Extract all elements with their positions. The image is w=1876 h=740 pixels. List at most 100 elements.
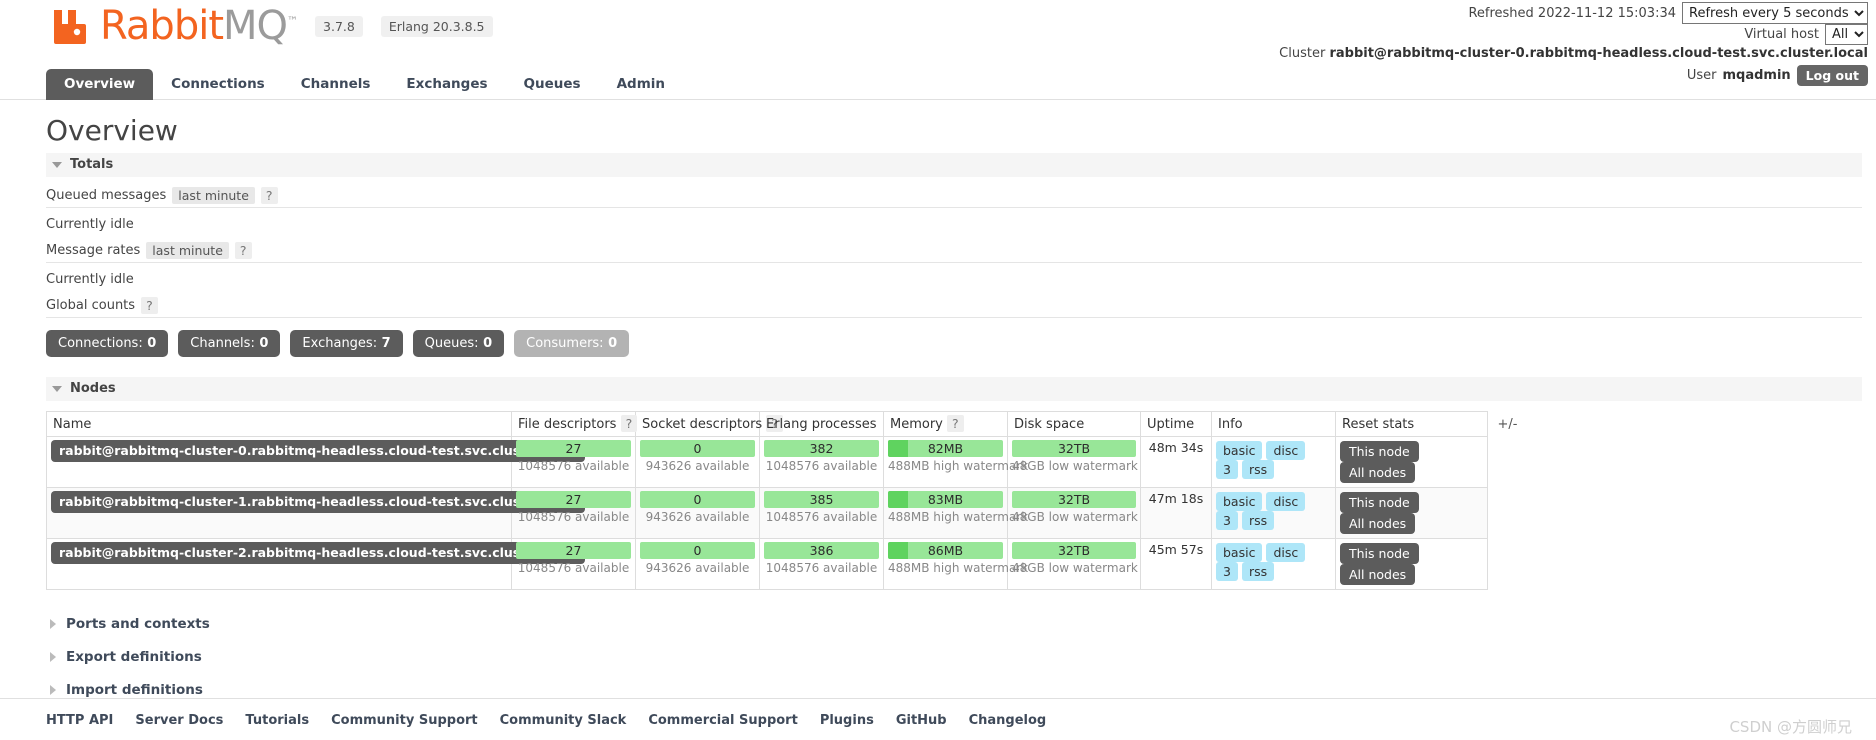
footer-link-changelog[interactable]: Changelog [969, 713, 1047, 728]
footer-link-community-slack[interactable]: Community Slack [500, 713, 627, 728]
count-badge-connections[interactable]: Connections: 0 [46, 330, 169, 357]
help-icon[interactable]: ? [141, 297, 158, 314]
cell-disk_space: 32TB 48GB low watermark [1007, 487, 1141, 539]
column-header-name[interactable]: Name [46, 411, 512, 437]
footer-link-commercial-support[interactable]: Commercial Support [648, 713, 798, 728]
column-header-disk-space[interactable]: Disk space [1007, 411, 1141, 437]
cell-spacer [1487, 487, 1528, 539]
nav-tab-channels[interactable]: Channels [283, 69, 389, 100]
totals-section-header[interactable]: Totals [46, 153, 1862, 177]
footer-link-server-docs[interactable]: Server Docs [135, 713, 223, 728]
cell-reset-stats: This nodeAll nodes [1335, 436, 1488, 488]
collapsed-section-label: Import definitions [66, 682, 203, 698]
info-tag[interactable]: rss [1241, 511, 1275, 530]
metric-value: 0 [693, 441, 702, 456]
column-header-info[interactable]: Info [1211, 411, 1336, 437]
cell-spacer [1487, 436, 1528, 488]
nav-tab-overview[interactable]: Overview [46, 69, 154, 100]
nav-tab-queues[interactable]: Queues [506, 69, 599, 100]
info-tag[interactable]: rss [1241, 460, 1275, 479]
totals-section-title: Totals [70, 157, 114, 172]
column-header-memory[interactable]: Memory ? [883, 411, 1008, 437]
info-tag[interactable]: rss [1241, 562, 1275, 581]
info-tag[interactable]: 3 [1216, 511, 1238, 530]
info-tag[interactable]: 3 [1216, 460, 1238, 479]
metric-value: 27 [565, 543, 582, 558]
column-toggle-button[interactable]: +/- [1487, 411, 1528, 437]
metric-bar: 27 [516, 491, 631, 508]
table-row: rabbit@rabbitmq-cluster-0.rabbitmq-headl… [46, 436, 1528, 488]
info-tag[interactable]: basic [1216, 441, 1263, 460]
reset-all-nodes-button[interactable]: All nodes [1340, 564, 1416, 585]
info-tag[interactable]: disc [1266, 492, 1306, 511]
help-icon[interactable]: ? [947, 415, 964, 432]
metric-bar: 86MB [888, 542, 1003, 559]
metric-bar-fill [888, 491, 908, 508]
count-value: 7 [377, 336, 391, 351]
help-icon[interactable]: ? [620, 415, 638, 432]
brand-rabbit-text: Rabbit [100, 3, 224, 49]
metric-subtext: 488MB high watermark [888, 459, 1029, 473]
column-header-file-descriptors[interactable]: File descriptors ? [511, 411, 638, 437]
erlang-version-badge: Erlang 20.3.8.5 [380, 15, 493, 37]
count-badge-consumers[interactable]: Consumers: 0 [514, 330, 630, 357]
info-tag[interactable]: basic [1216, 492, 1263, 511]
nav-tab-exchanges[interactable]: Exchanges [388, 69, 505, 100]
metric-subtext: 1048576 available [517, 459, 630, 473]
message-rates-period-chip[interactable]: last minute [146, 242, 229, 259]
reset-this-node-button[interactable]: This node [1340, 441, 1419, 462]
footer-link-community-support[interactable]: Community Support [331, 713, 478, 728]
metric-subtext: 48GB low watermark [1012, 459, 1138, 473]
column-header-reset-stats[interactable]: Reset stats [1335, 411, 1488, 437]
metric-bar: 0 [640, 491, 755, 508]
metric-bar: 27 [516, 440, 631, 457]
help-icon[interactable]: ? [260, 187, 278, 204]
cell-memory: 86MB 488MB high watermark [883, 538, 1028, 590]
node-name-link[interactable]: rabbit@rabbitmq-cluster-1.rabbitmq-headl… [51, 491, 585, 513]
collapsed-section-ports-and-contexts[interactable]: Ports and contexts [46, 608, 1876, 641]
info-tag[interactable]: disc [1266, 441, 1306, 460]
cell-uptime: 45m 57s [1140, 538, 1212, 590]
chevron-right-icon [50, 685, 56, 695]
refresh-interval-select[interactable]: Refresh every 5 seconds [1682, 2, 1868, 24]
count-badge-exchanges[interactable]: Exchanges: 7 [290, 330, 403, 357]
count-value: 0 [254, 336, 269, 351]
footer-link-github[interactable]: GitHub [896, 713, 947, 728]
count-label: Consumers: [526, 336, 604, 351]
reset-this-node-button[interactable]: This node [1340, 492, 1419, 513]
rabbitmq-management-page: RabbitMQ™ 3.7.8 Erlang 20.3.8.5 Refreshe… [0, 0, 1876, 740]
queued-messages-period-chip[interactable]: last minute [172, 187, 255, 204]
reset-this-node-button[interactable]: This node [1340, 543, 1419, 564]
nodes-section-header[interactable]: Nodes [46, 377, 1862, 401]
footer-link-http-api[interactable]: HTTP API [46, 713, 113, 728]
info-tag[interactable]: 3 [1216, 562, 1238, 581]
metric-subtext: 1048576 available [517, 561, 630, 575]
column-label: Memory [890, 417, 943, 432]
collapsed-section-export-definitions[interactable]: Export definitions [46, 641, 1876, 674]
virtual-host-select[interactable]: All [1825, 23, 1868, 45]
column-header-socket-descriptors[interactable]: Socket descriptors ? [635, 411, 783, 437]
metric-subtext: 943626 available [645, 510, 750, 524]
node-name-link[interactable]: rabbit@rabbitmq-cluster-0.rabbitmq-headl… [51, 440, 585, 462]
count-badge-channels[interactable]: Channels: 0 [178, 330, 281, 357]
reset-all-nodes-button[interactable]: All nodes [1340, 462, 1416, 483]
queued-messages-status: Currently idle [46, 217, 134, 232]
nav-tab-connections[interactable]: Connections [153, 69, 283, 100]
footer-link-tutorials[interactable]: Tutorials [245, 713, 309, 728]
info-tag[interactable]: disc [1266, 543, 1306, 562]
help-icon[interactable]: ? [234, 242, 252, 259]
column-header-uptime[interactable]: Uptime [1140, 411, 1212, 437]
node-name-link[interactable]: rabbit@rabbitmq-cluster-2.rabbitmq-headl… [51, 542, 585, 564]
count-badge-queues[interactable]: Queues: 0 [412, 330, 505, 357]
metric-bar: 83MB [888, 491, 1003, 508]
metric-bar: 385 [764, 491, 879, 508]
footer-link-plugins[interactable]: Plugins [820, 713, 874, 728]
count-value: 0 [142, 336, 157, 351]
cell-file_descriptors: 27 1048576 available [511, 487, 636, 539]
reset-all-nodes-button[interactable]: All nodes [1340, 513, 1416, 534]
info-tag[interactable]: basic [1216, 543, 1263, 562]
page-title: Overview [46, 114, 178, 147]
cell-node-name: rabbit@rabbitmq-cluster-0.rabbitmq-headl… [46, 436, 585, 488]
nav-tab-admin[interactable]: Admin [599, 69, 683, 100]
brand-logo[interactable]: RabbitMQ™ 3.7.8 Erlang 20.3.8.5 [52, 6, 493, 46]
